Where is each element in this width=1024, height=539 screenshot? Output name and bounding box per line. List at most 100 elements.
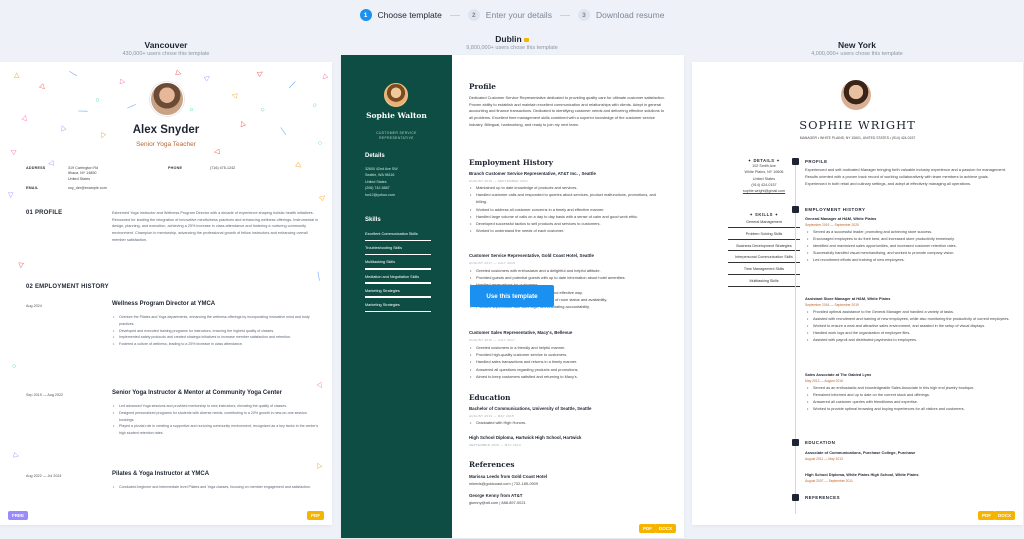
- template-card-vancouver[interactable]: △ ▷ ╱ ○ ◁ ▽ △ ▷ ╱ ○ ◁ ▽ △ ▷ ╱ ○ ◁ ▽ △ ▷ ╱ ○ ◁ ▽ △ ▷ ╱ ○ ◁ ▽ △ ▷ ╱ ○ Alex …: [0, 62, 332, 525]
- reference-contact: gkenny@att.com | 888-897-0021: [469, 500, 526, 505]
- confetti-piece: ╱: [78, 108, 87, 115]
- list-item: Conducted beginner and intermediate leve…: [112, 484, 322, 491]
- confetti-piece: ▽: [7, 191, 14, 200]
- confetti-piece: ▷: [38, 83, 48, 92]
- references-heading: References: [469, 460, 515, 469]
- address-line: United States: [68, 176, 91, 181]
- free-badge: FREE: [8, 511, 29, 520]
- contact-line: MANAGER • WHITE PLAINS, NY 10601, UNITED…: [799, 136, 916, 140]
- step-label: Choose template: [377, 10, 442, 20]
- list-item: Graduated with High Honors.: [469, 419, 665, 426]
- template-users-count: 4,000,000+ users chose this template: [811, 51, 903, 57]
- avatar: [841, 80, 871, 110]
- step-enter-details[interactable]: 2 Enter your details: [467, 9, 552, 21]
- detail-line: sophie.wright@gmail.com: [742, 189, 786, 194]
- docx-badge: DOCX: [654, 524, 676, 533]
- skill-item: Marketing Strategies: [365, 300, 431, 314]
- template-card-newyork[interactable]: SOPHIE WRIGHT MANAGER • WHITE PLAINS, NY…: [692, 62, 1023, 525]
- education-bullets: Graduated with High Honors.: [469, 419, 665, 426]
- list-item: Worked to address all customer concerns …: [469, 206, 665, 213]
- job-bullets: Greeted customers in a friendly and help…: [469, 344, 665, 380]
- avatar: [150, 82, 184, 116]
- profile-heading: 01 PROFILE: [26, 210, 63, 216]
- list-item: Fostered a culture of wellness, leading …: [112, 341, 322, 348]
- skill-item: General Management: [728, 217, 800, 228]
- pdf-badge: PDF: [978, 511, 995, 520]
- step-download-resume[interactable]: 3 Download resume: [577, 9, 664, 21]
- pdf-badge: PDF: [307, 511, 324, 520]
- education-date: AUGUST 2013 — MAY 2015: [469, 414, 514, 418]
- profile-heading: Profile: [469, 82, 496, 91]
- address-value: 319 Carrington Rd Ithaca, NY 14850 Unite…: [68, 166, 98, 182]
- progress-stepper: 1 Choose template 2 Enter your details 3…: [0, 6, 1024, 24]
- step-choose-template[interactable]: 1 Choose template: [359, 9, 442, 21]
- list-item: Provided high-quality customer service t…: [469, 351, 665, 358]
- list-item: Worked to provide optimal browsing and b…: [805, 406, 1011, 413]
- skill-item: Time Management Skills: [728, 264, 800, 276]
- job-bullets: Conducted beginner and intermediate leve…: [112, 484, 322, 491]
- step-label: Enter your details: [485, 10, 552, 20]
- template-name-text: Dublin: [495, 34, 522, 44]
- skill-item: Excellent Communication Skills: [365, 229, 431, 243]
- list-item: Handled customer calls and responded to …: [469, 191, 665, 205]
- list-item: Answered all questions regarding product…: [469, 366, 665, 373]
- job-title: General Manager at H&M, White Plains: [805, 216, 877, 221]
- skill-item: Multitasking Skills: [365, 257, 431, 271]
- resume-name: SOPHIE WRIGHT: [799, 118, 916, 132]
- phone-value: (716) 475-1242: [210, 166, 236, 170]
- profile-heading: PROFILE: [805, 159, 828, 164]
- list-item: Oversee the Pilates and Yoga departments…: [112, 314, 322, 328]
- job-date: AUGUST 2019 — SEPTEMBER 2021: [469, 179, 529, 183]
- list-item: Remained informed and up to date on the …: [805, 392, 1011, 399]
- list-item: Implemented safety protocols and created…: [112, 334, 322, 341]
- skill-item: Multitasking Skills: [728, 276, 800, 287]
- confetti-piece: △: [318, 193, 328, 202]
- template-card-dublin[interactable]: Sophie Walton CUSTOMER SERVICE REPRESENT…: [341, 55, 684, 538]
- education-heading: Education: [469, 393, 511, 402]
- confetti-piece: ◁: [20, 113, 29, 122]
- confetti-piece: ╱: [289, 81, 296, 90]
- job-bullets: Led advanced Yoga sessions and provided …: [112, 403, 322, 437]
- briefcase-icon: [792, 206, 799, 213]
- confetti-piece: ▷: [213, 147, 220, 156]
- job-title: Customer Service Representative, Gold Co…: [469, 253, 594, 258]
- use-this-template-button[interactable]: Use this template: [470, 285, 554, 307]
- references-heading: REFERENCES: [805, 495, 841, 500]
- references-icon: [792, 494, 799, 501]
- template-name: New York: [838, 40, 876, 50]
- reference-name: George Kenny from AT&T: [469, 493, 523, 498]
- job-bullets: Served as a successful leader, promoting…: [805, 229, 1011, 264]
- education-title: Bachelor of Communications, University o…: [469, 406, 592, 411]
- list-item: Assisted with payroll and distributed pa…: [805, 337, 1011, 344]
- job-title: Sales Associate at The Gabled Lynx: [805, 372, 872, 377]
- list-item: Played a pivotal role in creating a supp…: [112, 423, 322, 437]
- detail-line: Seattle, WA 98116: [365, 173, 395, 178]
- confetti-piece: ○: [188, 107, 196, 112]
- resume-name: Sophie Walton: [366, 111, 427, 120]
- confetti-piece: ╱: [68, 71, 76, 76]
- crown-icon: [523, 37, 529, 42]
- resume-job-title: Senior Yoga Teacher: [136, 141, 196, 148]
- list-item: Served as an enthusiastic and knowledgea…: [805, 385, 1011, 392]
- details-heading: Details: [365, 153, 385, 159]
- confetti-piece: ▷: [175, 69, 183, 78]
- pdf-badge: PDF: [639, 524, 656, 533]
- confetti-piece: ▽: [203, 73, 213, 82]
- detail-line: hw12@yohoo.com: [365, 192, 395, 197]
- list-item: Greeted customers in a friendly and help…: [469, 344, 665, 351]
- job-date: AUGUST 2017 — JULY 2019: [469, 261, 516, 265]
- list-item: Served as a successful leader, promoting…: [805, 229, 1011, 236]
- phone-label: PHONE: [168, 166, 183, 170]
- confetti-piece: ╱: [314, 271, 322, 280]
- list-item: Encouraged employees to do their best, a…: [805, 236, 1011, 243]
- skill-item: Business Development Strategies: [728, 241, 800, 252]
- confetti-piece: ○: [258, 106, 267, 113]
- education-title: High School Diploma, White Plains High S…: [805, 472, 919, 477]
- confetti-piece: ▷: [16, 262, 25, 269]
- list-item: Worked to understand the needs of each c…: [469, 227, 665, 234]
- list-item: Led recruitment efforts and training of …: [805, 257, 1011, 264]
- employment-heading: EMPLOYMENT HISTORY: [805, 207, 866, 212]
- list-item: Provided optimal assistance to the Gener…: [805, 309, 1011, 316]
- confetti-piece: ╱: [128, 101, 136, 110]
- email-value: sny_der@example.com: [68, 186, 107, 190]
